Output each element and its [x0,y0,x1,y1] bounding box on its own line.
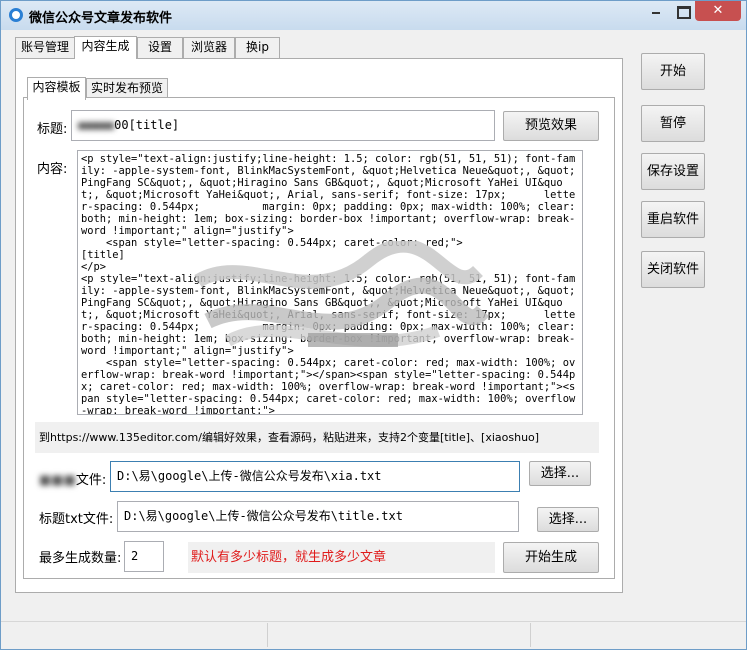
window-title: 微信公众号文章发布软件 [29,11,173,26]
close-icon[interactable]: ✕ [695,1,741,21]
save-settings-button[interactable]: 保存设置 [641,153,705,190]
maximize-icon[interactable] [669,1,695,21]
hint-text: 到https://www.135editor.com/编辑好效果，查看源码，粘贴… [35,422,599,453]
tab-live-preview[interactable]: 实时发布预览 [86,78,168,99]
blurred-label: ■■■ [39,473,76,488]
max-count-input[interactable]: 2 [124,541,164,572]
content-textarea[interactable]: <p style="text-align:justify;line-height… [77,150,583,415]
title-file-input[interactable]: D:\易\google\上传-微信公众号发布\title.txt [117,501,519,532]
tab-browser[interactable]: 浏览器 [183,37,235,58]
tab-content-template[interactable]: 内容模板 [27,77,86,100]
close-software-button[interactable]: 关闭软件 [641,251,705,288]
content-label: 内容: [37,162,68,177]
status-bar [1,621,746,649]
preview-button[interactable]: 预览效果 [503,111,599,141]
blurred-text: ■■■■■ [78,118,115,132]
tab-settings[interactable]: 设置 [137,37,183,58]
title-input-value: 00[title] [114,118,180,132]
choose-content-file-button[interactable]: 选择... [529,461,591,486]
tab-content-generation[interactable]: 内容生成 [74,36,137,59]
title-label: 标题: [37,122,68,137]
title-file-label: 标题txt文件: [39,512,114,527]
restart-button[interactable]: 重启软件 [641,201,705,238]
app-logo-icon [9,8,23,22]
start-generate-button[interactable]: 开始生成 [503,542,599,573]
choose-title-file-button[interactable]: 选择... [537,507,599,532]
pause-button[interactable]: 暂停 [641,105,705,142]
content-file-label: ■■■文件: [39,473,107,488]
minimize-icon[interactable] [643,1,669,21]
app-window: 微信公众号文章发布软件 ✕ 账号管理 内容生成 设置 浏览器 换ip 内容模板 … [0,0,747,650]
title-input[interactable]: ■■■■■00[title] [71,110,495,141]
start-button[interactable]: 开始 [641,53,705,90]
tab-change-ip[interactable]: 换ip [235,37,280,58]
status-divider [530,623,531,647]
status-divider [267,623,268,647]
note-text: 默认有多少标题，就生成多少文章 [188,542,495,573]
title-bar: 微信公众号文章发布软件 ✕ [1,1,746,30]
max-count-label: 最多生成数量: [39,551,122,566]
tab-account[interactable]: 账号管理 [15,37,75,58]
content-source-text: <p style="text-align:justify;line-height… [81,153,576,415]
content-file-input[interactable]: D:\易\google\上传-微信公众号发布\xia.txt [110,461,520,492]
